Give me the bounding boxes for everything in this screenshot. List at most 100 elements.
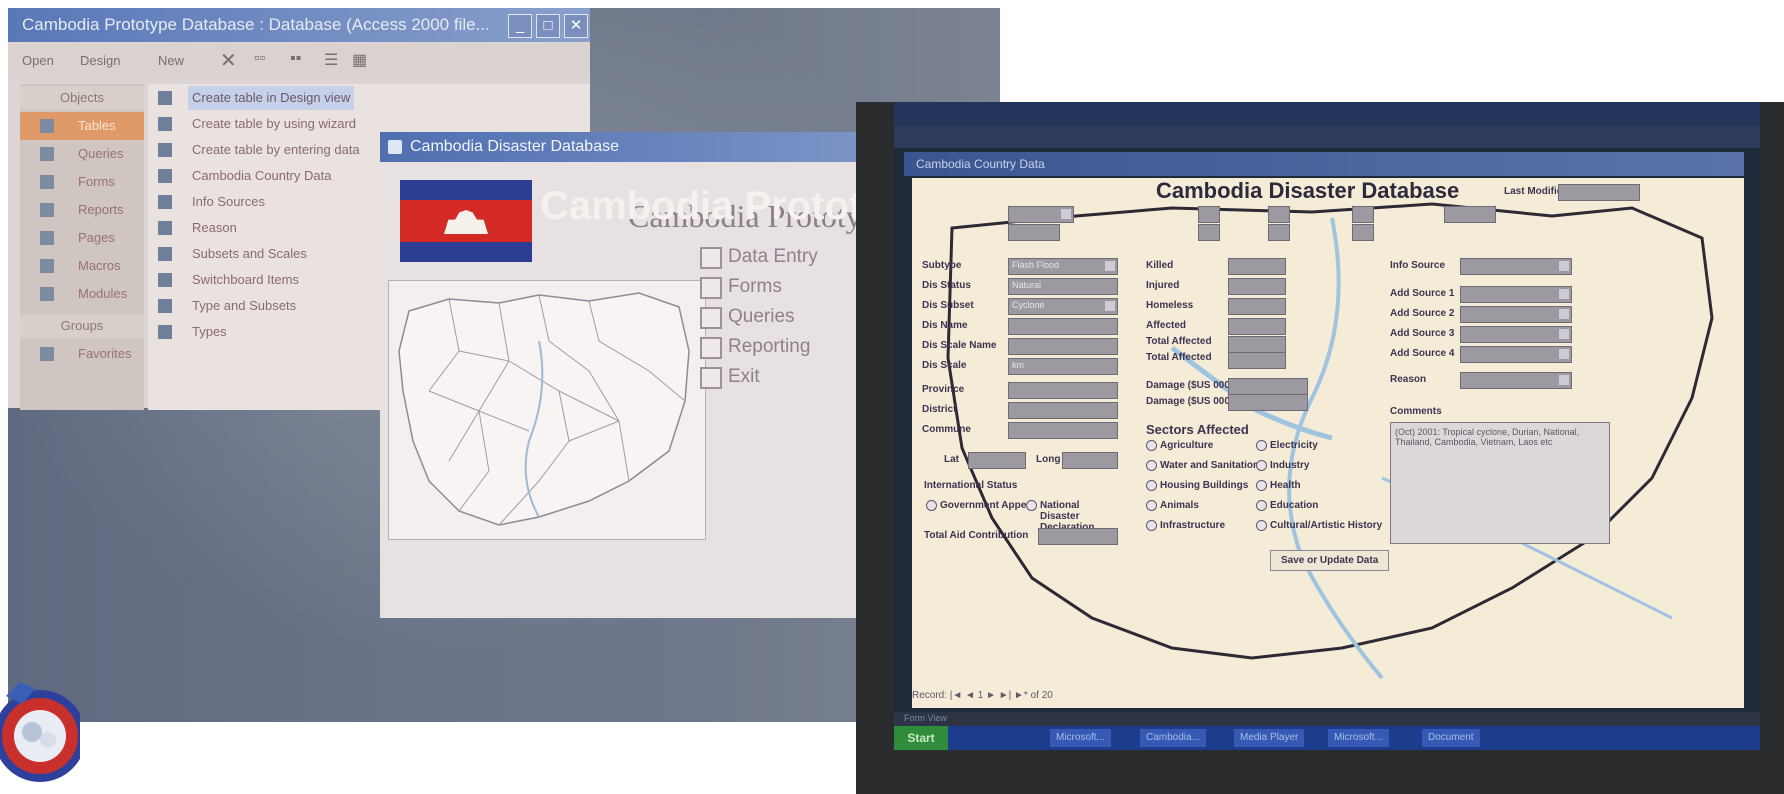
code-select[interactable] [1008, 206, 1074, 223]
radio-button[interactable] [1026, 500, 1037, 511]
dis-status-field[interactable]: Natural [1008, 278, 1118, 295]
objects-tables[interactable]: Tables [20, 112, 144, 140]
checkbox[interactable] [1256, 440, 1267, 451]
injured-field[interactable] [1228, 278, 1286, 295]
dis-scale-field[interactable]: km [1008, 358, 1118, 375]
taskbar-item[interactable]: Document [1422, 729, 1480, 747]
checkbox[interactable] [1146, 460, 1157, 471]
long-field[interactable] [1062, 452, 1118, 469]
table-icon [158, 195, 172, 209]
checkbox[interactable] [1256, 480, 1267, 491]
affected-field[interactable] [1228, 318, 1286, 335]
list-view-icon[interactable]: ☰ [324, 50, 338, 70]
total-affected-field[interactable] [1228, 336, 1286, 353]
taskbar-item[interactable]: Microsoft... [1050, 729, 1111, 747]
maximize-icon[interactable]: □ [536, 14, 560, 38]
add-source-select[interactable] [1460, 306, 1572, 323]
add-source-select[interactable] [1460, 286, 1572, 303]
reporting-button[interactable]: Reporting [700, 334, 810, 360]
add-source-select[interactable] [1460, 346, 1572, 363]
form-title: Cambodia Disaster Database [1156, 178, 1460, 203]
checkbox[interactable] [1256, 520, 1267, 531]
small-icons-icon[interactable]: ▪▪ [290, 50, 301, 68]
delete-icon[interactable]: ✕ [220, 48, 237, 73]
district-field[interactable] [1008, 402, 1118, 419]
open-button[interactable]: Open [22, 53, 54, 68]
checkbox-icon [700, 247, 722, 269]
chevron-down-icon [1559, 261, 1569, 271]
large-icons-icon[interactable]: ▫▫ [254, 50, 265, 68]
details-view-icon[interactable]: ▦ [352, 50, 367, 70]
exit-button[interactable]: Exit [700, 364, 760, 390]
sector-label: Electricity [1270, 440, 1318, 451]
total-aid-field[interactable] [1038, 528, 1118, 545]
field-label: Dis Scale [922, 360, 967, 371]
objects-modules[interactable]: Modules [20, 280, 144, 308]
homeless-field[interactable] [1228, 298, 1286, 315]
start-year-select[interactable] [1352, 206, 1374, 223]
end-day-select[interactable] [1198, 224, 1220, 241]
wizard-icon [158, 117, 172, 131]
code-field[interactable] [1008, 224, 1060, 241]
start-day-select[interactable] [1198, 206, 1220, 223]
table-icon [158, 325, 172, 339]
end-year-select[interactable] [1352, 224, 1374, 241]
data-entry-button[interactable]: Data Entry [700, 244, 818, 270]
objects-header: Objects [20, 86, 144, 110]
subtype-select[interactable]: Flash Flood [1008, 258, 1118, 275]
checkbox[interactable] [1146, 520, 1157, 531]
toolbar [894, 126, 1760, 148]
commune-field[interactable] [1008, 422, 1118, 439]
save-update-button[interactable]: Save or Update Data [1270, 550, 1390, 571]
dis-name-field[interactable] [1008, 318, 1118, 335]
checkbox[interactable] [1256, 460, 1267, 471]
add-source-select[interactable] [1460, 326, 1572, 343]
minimize-icon[interactable]: _ [508, 14, 532, 38]
objects-forms[interactable]: Forms [20, 168, 144, 196]
wizard-icon [158, 91, 172, 105]
start-month-select[interactable] [1268, 206, 1290, 223]
province-field[interactable] [1008, 382, 1118, 399]
objects-reports[interactable]: Reports [20, 196, 144, 224]
taskbar-item[interactable]: Microsoft... [1328, 729, 1389, 747]
new-button[interactable]: New [158, 53, 184, 68]
lat-label: Lat [944, 454, 959, 465]
last-modified-field[interactable] [1558, 184, 1640, 201]
start-button[interactable]: Start [894, 726, 948, 750]
checkbox[interactable] [1146, 480, 1157, 491]
groups-header[interactable]: Groups [20, 314, 144, 338]
info-source-select[interactable] [1460, 258, 1572, 275]
objects-pages[interactable]: Pages [20, 224, 144, 252]
dis-scale-name-field[interactable] [1008, 338, 1118, 355]
dis-subset-select[interactable]: Cyclone [1008, 298, 1118, 315]
killed-field[interactable] [1228, 258, 1286, 275]
switchboard-titlebar: Cambodia Disaster Database [380, 132, 860, 162]
checkbox[interactable] [1146, 440, 1157, 451]
sector-label: Industry [1270, 460, 1310, 471]
access-titlebar: Cambodia Prototype Database : Database (… [8, 8, 590, 42]
design-button[interactable]: Design [80, 53, 120, 68]
checkbox[interactable] [1146, 500, 1157, 511]
total-affected-field[interactable] [1228, 352, 1286, 369]
queries-button[interactable]: Queries [700, 304, 795, 330]
end-month-select[interactable] [1268, 224, 1290, 241]
damage-field[interactable] [1228, 378, 1308, 395]
field-label: Commune [922, 424, 971, 435]
checkbox-icon [700, 277, 722, 299]
reason-select[interactable] [1460, 372, 1572, 389]
taskbar-item[interactable]: Media Player [1234, 729, 1305, 747]
forms-button[interactable]: Forms [700, 274, 782, 300]
close-icon[interactable]: ✕ [564, 14, 588, 38]
objects-queries[interactable]: Queries [20, 140, 144, 168]
comments-field[interactable]: (Oct) 2001: Tropical cyclone, Durian, Na… [1390, 422, 1610, 544]
taskbar-item[interactable]: Cambodia... [1140, 729, 1206, 747]
type-field[interactable] [1444, 206, 1496, 223]
lat-field[interactable] [968, 452, 1026, 469]
checkbox[interactable] [1256, 500, 1267, 511]
report-icon [40, 203, 54, 217]
record-navigator[interactable]: Record: |◄ ◄ 1 ► ►| ►* of 20 [912, 690, 1312, 708]
radio-button[interactable] [926, 500, 937, 511]
damage-field[interactable] [1228, 394, 1308, 411]
objects-macros[interactable]: Macros [20, 252, 144, 280]
groups-favorites[interactable]: Favorites [20, 340, 144, 368]
